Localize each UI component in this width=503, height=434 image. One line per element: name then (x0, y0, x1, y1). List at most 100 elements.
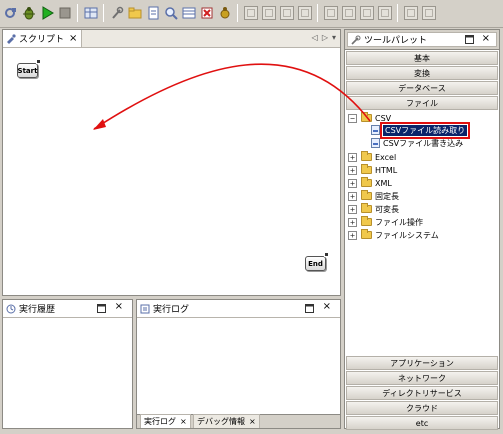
category-label: データベース (398, 83, 446, 93)
maximize-icon[interactable] (97, 304, 106, 316)
run-icon[interactable] (40, 6, 54, 20)
category-cloud[interactable]: クラウド (346, 401, 498, 415)
expand-icon[interactable]: + (348, 217, 357, 227)
category-label: etc (415, 418, 429, 428)
tab-script[interactable]: スクリプト × (3, 30, 83, 47)
distribute-icon[interactable] (378, 6, 392, 20)
expand-icon[interactable]: + (348, 230, 357, 240)
history-view: 実行履歴 × (2, 299, 133, 429)
expand-icon[interactable]: + (348, 191, 357, 201)
debug-icon[interactable] (218, 6, 232, 20)
tree-item-file-operation[interactable]: + ファイル操作 (348, 216, 423, 228)
csv-file-icon (371, 125, 380, 135)
tree-item-variable-length[interactable]: + 可変長 (348, 203, 399, 215)
category-network[interactable]: ネットワーク (346, 371, 498, 385)
expand-icon[interactable]: + (348, 152, 357, 162)
category-label: ファイル (406, 98, 438, 108)
end-node[interactable]: End (305, 252, 329, 271)
align-right-icon[interactable] (280, 6, 294, 20)
close-icon[interactable]: × (249, 417, 256, 426)
same-width-icon[interactable] (404, 6, 418, 20)
expand-icon[interactable]: + (348, 204, 357, 214)
refresh-icon[interactable] (3, 6, 17, 20)
category-label: 基本 (414, 53, 430, 63)
align-left-icon[interactable] (244, 6, 258, 20)
tree-item-label: 固定長 (375, 191, 399, 201)
category-file[interactable]: ファイル (346, 96, 498, 110)
tree-item-label: CSVファイル書き込み (383, 138, 464, 148)
log-view: 実行ログ × 実行ログ × デバッグ情報 × (136, 299, 341, 429)
category-label: 変換 (414, 68, 430, 78)
wrench-icon[interactable] (110, 6, 124, 20)
end-node-handle[interactable] (324, 252, 329, 257)
folder-icon[interactable] (128, 6, 142, 20)
category-database[interactable]: データベース (346, 81, 498, 95)
start-node[interactable]: Start (17, 59, 41, 78)
bug-icon[interactable] (22, 6, 36, 20)
close-icon[interactable]: × (180, 417, 187, 426)
tree-item-label: 可変長 (375, 204, 399, 214)
tree-item-csv[interactable]: − CSV (348, 112, 391, 124)
category-convert[interactable]: 変換 (346, 66, 498, 80)
search-icon[interactable] (164, 6, 178, 20)
table-icon[interactable] (182, 6, 196, 20)
document-icon[interactable] (146, 6, 160, 20)
script-canvas[interactable]: Start End (3, 48, 340, 295)
log-title: 実行ログ (153, 305, 190, 315)
end-node-label: End (308, 259, 323, 268)
script-icon (6, 33, 16, 44)
tree-item-csv-write[interactable]: CSVファイル書き込み (371, 137, 463, 149)
close-icon[interactable]: × (115, 301, 123, 312)
palette-header: ツールパレット × (345, 30, 499, 50)
tree-item-label: CSV (375, 113, 392, 123)
category-label: アプリケーション (390, 358, 454, 368)
bottom-tab-log[interactable]: 実行ログ × (140, 414, 191, 428)
tree-item-label: ファイル操作 (375, 217, 423, 227)
bottom-tab-label: デバッグ情報 (197, 417, 245, 426)
category-directory-service[interactable]: ディレクトリサービス (346, 386, 498, 400)
close-icon[interactable]: × (482, 33, 490, 44)
same-height-icon[interactable] (422, 6, 436, 20)
tree-item-label: XML (375, 178, 392, 188)
align-grid-icon[interactable] (298, 6, 312, 20)
bottom-tab-debug[interactable]: デバッグ情報 × (193, 414, 260, 428)
tree-item-html[interactable]: + HTML (348, 164, 397, 176)
delete-icon[interactable] (200, 6, 214, 20)
view-menu-icon[interactable]: ▾ (332, 33, 336, 42)
tree-item-excel[interactable]: + Excel (348, 151, 396, 163)
tab-script-label: スクリプト (19, 35, 65, 45)
close-icon[interactable]: × (69, 33, 77, 44)
category-basic[interactable]: 基本 (346, 51, 498, 65)
maximize-icon[interactable] (305, 304, 314, 316)
category-etc[interactable]: etc (346, 416, 498, 430)
start-node-handle[interactable] (36, 59, 41, 64)
tree-item-label: Excel (375, 152, 397, 162)
align-center-icon[interactable] (262, 6, 276, 20)
scroll-left-icon[interactable]: ◁ (312, 33, 318, 42)
palette-title: ツールパレット (364, 36, 428, 46)
tool-palette: ツールパレット × 基本 変換 データベース ファイル − CSV CSVファイ… (344, 29, 500, 430)
maximize-icon[interactable] (465, 35, 474, 47)
tree-item-label: ファイルシステム (375, 230, 439, 240)
grid-icon[interactable] (84, 6, 98, 20)
scroll-right-icon[interactable]: ▷ (322, 33, 328, 42)
tree-item-csv-read[interactable]: CSVファイル読み取り (371, 121, 471, 139)
expand-icon[interactable]: + (348, 178, 357, 188)
main-toolbar (0, 0, 503, 28)
align-bottom-icon[interactable] (360, 6, 374, 20)
stop-icon[interactable] (58, 6, 72, 20)
align-top-icon[interactable] (324, 6, 338, 20)
collapse-icon[interactable]: − (348, 113, 357, 123)
tree-item-xml[interactable]: + XML (348, 177, 392, 189)
category-application[interactable]: アプリケーション (346, 356, 498, 370)
tab-log[interactable]: 実行ログ × (137, 300, 340, 317)
close-icon[interactable]: × (323, 301, 331, 312)
start-node-label: Start (17, 66, 38, 75)
tree-item-fixed-length[interactable]: + 固定長 (348, 190, 399, 202)
folder-icon (361, 177, 372, 187)
category-label: ネットワーク (398, 373, 446, 383)
expand-icon[interactable]: + (348, 165, 357, 175)
tab-history[interactable]: 実行履歴 × (3, 300, 132, 317)
tree-item-file-system[interactable]: + ファイルシステム (348, 229, 439, 241)
align-middle-icon[interactable] (342, 6, 356, 20)
